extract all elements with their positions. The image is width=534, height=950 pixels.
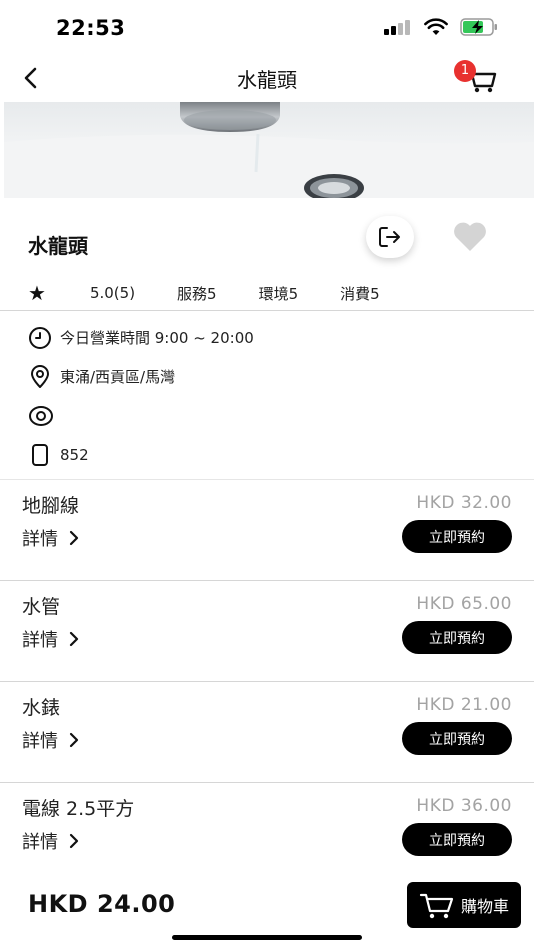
cart-button[interactable]: 1 [454, 60, 498, 94]
service-detail-link[interactable]: 詳情 [22, 828, 80, 854]
shop-info: 今日營業時間 9:00 ~ 20:00 東涌/西貢區/馬灣 852 [28, 318, 508, 474]
divider [0, 479, 534, 480]
rating-score: 5.0(5) [89, 284, 136, 302]
star-icon: ★ [28, 281, 46, 305]
service-name: 地腳線 [22, 495, 80, 517]
cart-count-badge: 1 [454, 60, 476, 82]
view-row [28, 396, 508, 435]
service-name: 水管 [22, 596, 61, 618]
book-now-button[interactable]: 立即預約 [402, 520, 512, 553]
share-button[interactable] [366, 216, 414, 258]
detail-label: 詳情 [22, 731, 58, 752]
heart-icon [454, 222, 486, 251]
phone-row[interactable]: 852 [28, 435, 508, 474]
shop-hero-image [4, 102, 534, 198]
ratings-row: ★ 5.0(5) 服務5 環境5 消費5 [28, 281, 380, 305]
business-hours: 今日營業時間 9:00 ~ 20:00 [60, 329, 254, 347]
faucet-image [4, 102, 534, 198]
service-name: 水錶 [22, 697, 61, 719]
hours-row: 今日營業時間 9:00 ~ 20:00 [28, 318, 508, 357]
detail-label: 詳情 [22, 630, 58, 651]
environment-score: 環境5 [258, 284, 299, 303]
chevron-right-icon [69, 833, 79, 849]
cellular-signal-icon [384, 20, 410, 35]
book-now-button[interactable]: 立即預約 [402, 823, 512, 856]
status-icons [384, 18, 498, 36]
shop-phone: 852 [60, 445, 89, 464]
status-bar: 22:53 [0, 0, 534, 56]
status-time: 22:53 [56, 16, 126, 40]
nav-bar: 水龍頭 1 [0, 56, 534, 102]
shop-name: 水龍頭 [28, 234, 88, 258]
cart-total: HKD 24.00 [28, 890, 176, 918]
address-row[interactable]: 東涌/西貢區/馬灣 [28, 357, 508, 396]
shopping-cart-label: 購物車 [460, 897, 509, 916]
service-price: HKD 21.00 [416, 695, 512, 715]
phone-icon [32, 443, 48, 466]
eye-icon [29, 405, 53, 426]
service-score: 服務5 [177, 284, 217, 303]
service-name: 電線 2.5平方 [22, 798, 135, 820]
home-indicator [172, 935, 362, 940]
cart-icon [419, 893, 454, 919]
spending-score: 消費5 [340, 284, 380, 303]
chevron-right-icon [69, 530, 79, 546]
service-item: 地腳線 HKD 32.00 詳情 立即預約 [0, 481, 534, 581]
service-item: 水錶 HKD 21.00 詳情 立即預約 [0, 683, 534, 783]
wifi-icon [424, 18, 448, 35]
divider [0, 310, 534, 311]
detail-label: 詳情 [22, 529, 58, 550]
service-price: HKD 36.00 [416, 796, 512, 816]
location-icon [31, 364, 49, 388]
chevron-right-icon [69, 631, 79, 647]
share-icon [379, 227, 400, 247]
shop-address: 東涌/西貢區/馬灣 [60, 368, 176, 386]
shop-title-row: 水龍頭 [0, 216, 534, 272]
clock-icon [29, 326, 51, 349]
chevron-right-icon [69, 732, 79, 748]
divider [0, 681, 534, 682]
service-item: 水管 HKD 65.00 詳情 立即預約 [0, 582, 534, 682]
favorite-button[interactable] [452, 222, 492, 256]
service-detail-link[interactable]: 詳情 [22, 525, 80, 551]
divider [0, 782, 534, 783]
service-detail-link[interactable]: 詳情 [22, 727, 80, 753]
battery-charging-icon [460, 18, 497, 36]
book-now-button[interactable]: 立即預約 [402, 722, 512, 755]
service-price: HKD 65.00 [416, 594, 512, 614]
shopping-cart-button[interactable]: 購物車 [407, 882, 521, 928]
service-detail-link[interactable]: 詳情 [22, 626, 80, 652]
detail-label: 詳情 [22, 832, 58, 853]
book-now-button[interactable]: 立即預約 [402, 621, 512, 654]
service-price: HKD 32.00 [416, 493, 512, 513]
divider [0, 580, 534, 581]
